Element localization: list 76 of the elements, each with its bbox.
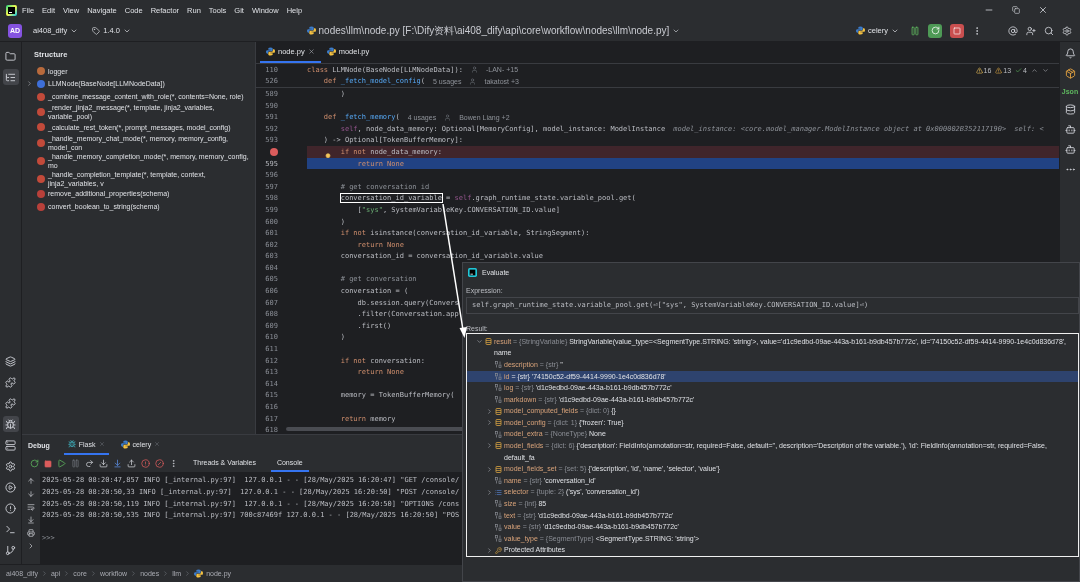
chevron-icon bbox=[63, 570, 71, 577]
restore-icon[interactable] bbox=[1012, 6, 1020, 14]
python-file-icon bbox=[326, 47, 336, 56]
rerun-icon[interactable] bbox=[30, 459, 39, 468]
close-icon[interactable] bbox=[307, 48, 315, 55]
wrap-icon[interactable] bbox=[27, 503, 35, 511]
chevron-icon bbox=[184, 570, 192, 577]
package-icon[interactable] bbox=[1064, 68, 1076, 79]
warning-icon bbox=[975, 67, 983, 74]
python-file-icon bbox=[120, 439, 130, 449]
mute-breakpoints-icon[interactable] bbox=[155, 459, 164, 468]
add-user-icon[interactable] bbox=[1026, 25, 1036, 36]
at-sign-icon[interactable] bbox=[1008, 25, 1018, 36]
breakpoint-icon[interactable] bbox=[270, 147, 278, 156]
bot-icon[interactable] bbox=[1064, 124, 1076, 135]
expand-icon[interactable] bbox=[26, 80, 33, 88]
check-icon bbox=[1015, 67, 1023, 74]
debug-button[interactable] bbox=[928, 23, 942, 38]
pause-icon[interactable] bbox=[910, 25, 920, 36]
chevron-icon bbox=[162, 570, 170, 577]
stop-icon bbox=[953, 26, 961, 35]
more-icon[interactable] bbox=[169, 459, 178, 468]
expand-icon[interactable] bbox=[485, 546, 493, 554]
app-logo-icon bbox=[468, 267, 477, 277]
file-path-selector[interactable]: nodes\llm\node.py [F:\Dify资料\ai408_dify\api\core\workflow\nodes\llm\node.py] bbox=[303, 21, 684, 40]
expand-icon[interactable] bbox=[485, 419, 493, 427]
bell-icon[interactable] bbox=[1064, 48, 1076, 59]
rerun-icon bbox=[930, 26, 940, 35]
person-icon bbox=[470, 66, 478, 74]
scroll-to-end-icon[interactable] bbox=[27, 516, 35, 524]
print-icon[interactable] bbox=[27, 529, 35, 537]
step-into-icon[interactable] bbox=[99, 459, 108, 468]
field-icon bbox=[495, 428, 502, 441]
chevron-icon bbox=[89, 570, 97, 577]
next-icon[interactable] bbox=[1042, 67, 1049, 74]
settings-icon[interactable] bbox=[1062, 25, 1072, 36]
variable-icon bbox=[37, 67, 45, 76]
close-icon[interactable] bbox=[1038, 5, 1048, 15]
expand-icon[interactable] bbox=[485, 465, 493, 473]
python-file-icon bbox=[266, 47, 275, 56]
key-icon bbox=[495, 546, 502, 554]
expand-icon[interactable] bbox=[485, 407, 493, 415]
python-file-icon bbox=[194, 569, 204, 578]
app-logo-icon[interactable] bbox=[6, 4, 17, 16]
previous-icon[interactable] bbox=[1031, 67, 1038, 74]
expand-icon[interactable] bbox=[485, 488, 493, 496]
expand-icon[interactable] bbox=[27, 542, 35, 550]
chevron-icon bbox=[40, 570, 48, 577]
database-icon[interactable] bbox=[1064, 104, 1076, 115]
python-file-icon bbox=[856, 26, 865, 35]
class-icon bbox=[37, 80, 45, 88]
warning-icon bbox=[995, 67, 1003, 74]
resume-icon[interactable] bbox=[57, 459, 66, 468]
chevron-icon bbox=[130, 570, 138, 577]
list-icon bbox=[495, 488, 502, 496]
step-over-icon[interactable] bbox=[85, 459, 94, 468]
person-icon bbox=[444, 113, 452, 121]
stop-icon[interactable] bbox=[44, 459, 52, 468]
expand-icon[interactable] bbox=[485, 442, 493, 450]
stop-button[interactable] bbox=[950, 23, 964, 38]
up-arrow-icon[interactable] bbox=[27, 477, 35, 485]
python-file-icon bbox=[306, 26, 316, 35]
field-icon bbox=[495, 474, 502, 487]
object-icon bbox=[495, 463, 502, 475]
step-out-icon[interactable] bbox=[127, 459, 136, 468]
search-icon[interactable] bbox=[1044, 25, 1054, 36]
person-icon bbox=[469, 77, 477, 85]
object-icon bbox=[485, 335, 492, 348]
step-into-icon[interactable] bbox=[113, 459, 122, 468]
breakpoints-icon[interactable] bbox=[141, 459, 150, 468]
collapse-icon[interactable] bbox=[475, 338, 483, 345]
tag-icon bbox=[92, 26, 101, 35]
object-icon bbox=[495, 440, 502, 452]
bug-icon bbox=[67, 440, 76, 448]
down-arrow-icon[interactable] bbox=[27, 490, 35, 498]
bot-icon[interactable] bbox=[1064, 144, 1076, 155]
